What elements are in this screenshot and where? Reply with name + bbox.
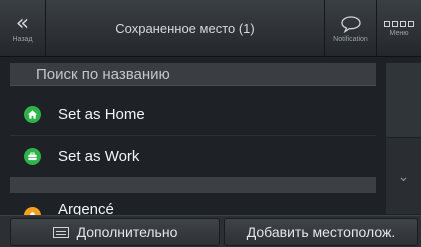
chevron-down-icon: ⌄	[397, 167, 410, 184]
saved-places-list: Set as Home Set as Work	[10, 94, 376, 178]
notification-button[interactable]: Notification	[324, 0, 377, 57]
back-label: Назад	[12, 35, 33, 43]
scroll-down-button[interactable]: ⌄	[386, 138, 421, 214]
app-header: « Назад Сохраненное место (1) Notificati…	[0, 0, 421, 57]
list-icon	[52, 226, 69, 238]
add-location-label: Добавить местополож.	[246, 224, 396, 240]
more-button[interactable]: Дополнительно	[10, 218, 220, 246]
notification-label: Notification	[333, 35, 368, 43]
more-label: Дополнительно	[76, 224, 178, 240]
menu-label: Меню	[389, 29, 409, 37]
menu-button[interactable]: Меню	[377, 0, 421, 57]
back-chevron-icon: «	[15, 10, 30, 36]
back-button[interactable]: « Назад	[0, 0, 46, 57]
list-item-set-home[interactable]: Set as Home	[10, 94, 376, 136]
briefcase-icon	[24, 148, 41, 165]
list-item-label: Set as Work	[58, 148, 140, 165]
grid-icon	[384, 20, 414, 27]
search-input[interactable]: Поиск по названию	[10, 63, 376, 86]
list-divider	[10, 177, 376, 193]
add-location-button[interactable]: Добавить местополож.	[224, 218, 418, 246]
bottom-toolbar: Дополнительно Добавить местополож.	[0, 215, 421, 247]
list-item-set-work[interactable]: Set as Work	[10, 136, 376, 178]
scroll-up-area[interactable]	[386, 63, 421, 138]
list-item-label: Set as Home	[58, 106, 145, 123]
scrollbar[interactable]: ⌄	[386, 63, 421, 214]
speech-bubble-icon	[340, 15, 361, 33]
page-title: Сохраненное место (1)	[115, 21, 255, 36]
home-icon	[24, 106, 41, 123]
